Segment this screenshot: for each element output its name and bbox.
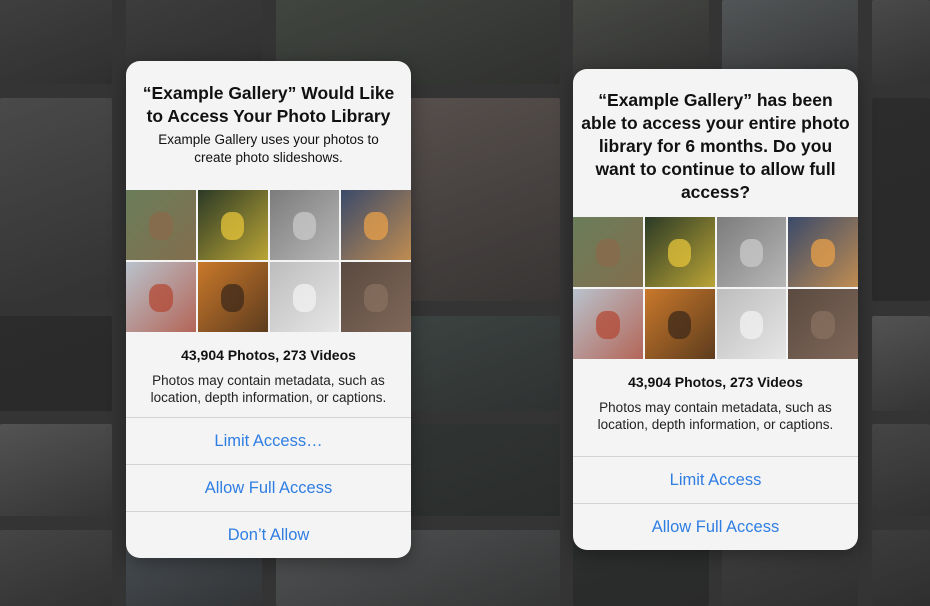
- limit-access-button[interactable]: Limit Access…: [126, 417, 411, 464]
- thumbnail-subject: [667, 239, 692, 268]
- full-access-reminder-dialog: “Example Gallery” has been able to acces…: [573, 69, 858, 550]
- photo-preview-grid: [573, 217, 858, 359]
- library-count: 43,904 Photos, 273 Videos: [628, 374, 803, 390]
- ocean-sunset-thumbnail: [197, 262, 268, 332]
- metadata-note: Photos may contain metadata, such as loc…: [597, 400, 834, 432]
- thumbnail-subject: [364, 284, 388, 313]
- thumbnail-subject: [364, 212, 388, 241]
- library-count: 43,904 Photos, 273 Videos: [181, 347, 356, 363]
- thumbnail-subject: [596, 239, 620, 268]
- ocean-sunset-thumbnail: [644, 289, 715, 359]
- thumbnail-subject: [149, 212, 173, 241]
- thumbnail-subject: [149, 284, 173, 313]
- thumbnail-subject: [739, 311, 764, 340]
- thumbnail-subject: [596, 311, 620, 340]
- hiker-thumbnail: [573, 217, 643, 287]
- dialog-title: “Example Gallery” has been able to acces…: [581, 90, 850, 202]
- vintage-car-thumbnail: [716, 289, 787, 359]
- allow-full-access-button[interactable]: Allow Full Access: [573, 503, 858, 550]
- thumbnail-subject: [739, 239, 764, 268]
- metadata-note: Photos may contain metadata, such as loc…: [150, 373, 387, 405]
- cat-thumbnail: [269, 190, 340, 260]
- thumbnail-subject: [292, 284, 317, 313]
- photo-access-request-dialog: “Example Gallery” Would Like to Access Y…: [126, 61, 411, 558]
- vintage-car-thumbnail: [269, 262, 340, 332]
- dialog-title: “Example Gallery” Would Like to Access Y…: [142, 83, 395, 126]
- thumbnail-subject: [811, 239, 835, 268]
- golden-gate-bridge-thumbnail: [573, 289, 643, 359]
- allow-full-access-button[interactable]: Allow Full Access: [126, 464, 411, 511]
- limit-access-button[interactable]: Limit Access: [573, 456, 858, 503]
- dialog-buttons: Limit Access Allow Full Access: [573, 456, 858, 550]
- silhouette-sunset-thumbnail: [788, 217, 858, 287]
- cat-thumbnail: [716, 217, 787, 287]
- thumbnail-subject: [667, 311, 692, 340]
- daffodils-thumbnail: [197, 190, 268, 260]
- photo-preview-grid: [126, 190, 411, 332]
- silhouette-sunset-thumbnail: [341, 190, 411, 260]
- thumbnail-subject: [220, 284, 245, 313]
- thumbnail-subject: [220, 212, 245, 241]
- dialog-subtitle: Example Gallery uses your photos to crea…: [158, 132, 379, 165]
- thumbnail-subject: [811, 311, 835, 340]
- golden-gate-bridge-thumbnail: [126, 262, 196, 332]
- daffodils-thumbnail: [644, 217, 715, 287]
- rock-closeup-thumbnail: [341, 262, 411, 332]
- dont-allow-button[interactable]: Don’t Allow: [126, 511, 411, 558]
- dialog-buttons: Limit Access… Allow Full Access Don’t Al…: [126, 417, 411, 558]
- thumbnail-subject: [292, 212, 317, 241]
- rock-closeup-thumbnail: [788, 289, 858, 359]
- hiker-thumbnail: [126, 190, 196, 260]
